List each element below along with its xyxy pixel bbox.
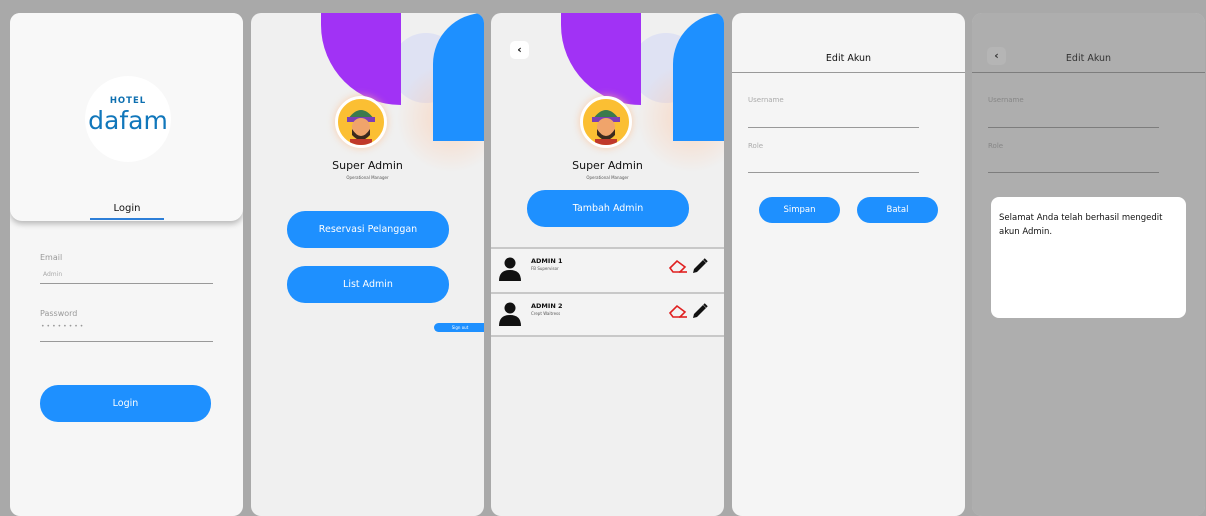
back-icon[interactable]: ‹ (510, 41, 529, 59)
admin-subtitle: Operational Manager (346, 175, 389, 180)
success-dialog: Selamat Anda telah berhasil mengedit aku… (991, 197, 1186, 318)
save-button[interactable]: Simpan (759, 197, 840, 223)
person-icon (499, 302, 521, 326)
success-message: Selamat Anda telah berhasil mengedit aku… (999, 213, 1163, 237)
eraser-icon[interactable] (669, 259, 687, 273)
admin-item-name: ADMIN 2 (531, 302, 563, 310)
admin-item-role: FB Supervisor (531, 266, 559, 271)
password-label: Password (40, 309, 78, 318)
email-field[interactable]: Admin (43, 271, 62, 278)
hotel-logo: HOTEL dafam (85, 76, 171, 162)
menu-screen: Super Admin Operational Manager Reservas… (251, 13, 484, 516)
cancel-button[interactable]: Batal (857, 197, 938, 223)
edit-account-screen: Edit Akun Username Role Simpan Batal (732, 13, 965, 516)
reservasi-button[interactable]: Reservasi Pelanggan (287, 211, 449, 248)
avatar-icon (580, 96, 632, 148)
pencil-icon[interactable] (692, 258, 708, 274)
admin-name: Super Admin (332, 159, 403, 172)
login-screen: HOTEL dafam Login Email Admin Password •… (10, 13, 243, 516)
tab-indicator (90, 218, 164, 220)
admin-list-screen: ‹ Super Admin Operational Manager Tambah… (491, 13, 724, 516)
list-item[interactable]: ADMIN 1 FB Supervisor (491, 247, 724, 292)
username-label: Username (748, 96, 784, 104)
email-underline (40, 283, 213, 284)
deco-blue-leaf (433, 13, 484, 141)
logo-hotel-text: HOTEL (109, 96, 147, 106)
list-item[interactable]: ADMIN 2 Crept Waitress (491, 292, 724, 337)
eraser-icon[interactable] (669, 304, 687, 318)
list-admin-button[interactable]: List Admin (287, 266, 449, 303)
login-button[interactable]: Login (40, 385, 211, 422)
page-title: Edit Akun (825, 53, 872, 64)
deco-blue-leaf (673, 13, 724, 141)
admin-name: Super Admin (572, 159, 643, 172)
email-label: Email (40, 253, 63, 262)
role-label: Role (748, 142, 764, 150)
login-header: HOTEL dafam Login (10, 13, 243, 221)
avatar-icon (335, 96, 387, 148)
deco-purple-leaf (561, 13, 641, 105)
logo-brand-text: dafam (88, 106, 168, 135)
edit-success-screen: ‹ Edit Akun Username Role Selamat Anda t… (972, 13, 1205, 516)
person-icon (499, 257, 521, 281)
admin-subtitle: Operational Manager (586, 175, 629, 180)
password-underline (40, 341, 213, 342)
pencil-icon[interactable] (692, 303, 708, 319)
deco-purple-leaf (321, 13, 401, 105)
password-field[interactable]: •••••••• (41, 323, 85, 330)
username-field[interactable] (748, 127, 919, 128)
header-divider (732, 72, 965, 73)
admin-item-role: Crept Waitress (531, 311, 561, 316)
admin-item-name: ADMIN 1 (531, 257, 563, 265)
role-field[interactable] (748, 172, 919, 173)
signout-button[interactable]: Sign out (434, 323, 484, 332)
tab-login[interactable]: Login (90, 203, 164, 214)
add-admin-button[interactable]: Tambah Admin (527, 190, 689, 227)
